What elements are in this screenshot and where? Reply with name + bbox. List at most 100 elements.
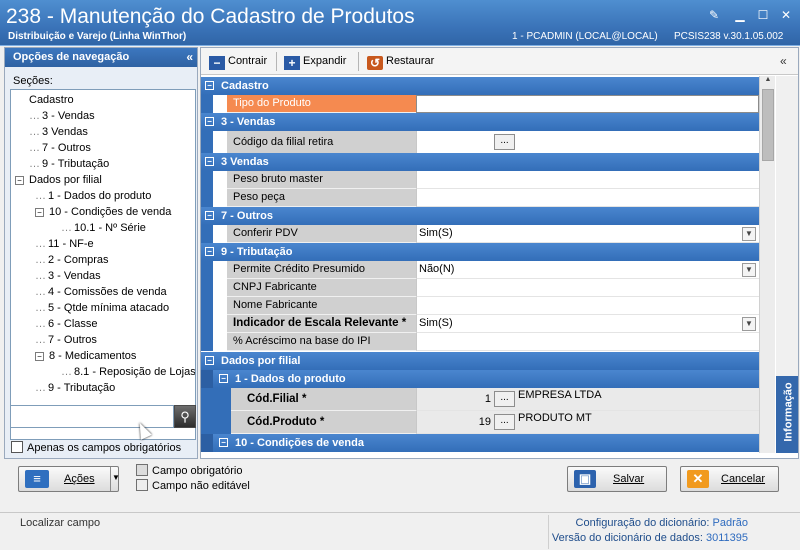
maximize-icon[interactable]: ☐ [756,8,770,22]
expand-all-button[interactable]: + Expandir [284,53,346,70]
category-dados-produto[interactable]: − 1 - Dados do produto [201,370,759,388]
tree-item-dados-filial[interactable]: − Dados por filial [15,172,102,188]
category-cadastro[interactable]: − Cadastro [201,77,759,95]
collapse-icon[interactable]: − [205,157,214,166]
tree-item-label: 8 - Medicamentos [49,350,137,362]
close-icon[interactable]: ✕ [779,8,793,22]
tree-item-outros-filial[interactable]: … 7 - Outros [35,332,97,348]
conferir-pdv-select[interactable]: Sim(S) ▼ [416,225,759,243]
property-row[interactable]: % Acréscimo na base do IPI [201,333,759,351]
tree-item-comissoes[interactable]: … 4 - Comissões de venda [35,284,167,300]
collapse-icon[interactable]: − [219,438,228,447]
tree-item-dados-produto[interactable]: … 1 - Dados do produto [35,188,151,204]
search-field-input[interactable] [10,405,174,428]
credito-presumido-select[interactable]: Não(N) ▼ [416,261,759,279]
restore-button[interactable]: ↺ Restaurar [367,53,434,70]
property-row[interactable]: Peso bruto master [201,171,759,189]
tree-item-label: 3 Vendas [42,126,88,138]
codigo-filial-retira-input[interactable]: ... [416,131,759,154]
collapse-icon[interactable]: − [205,211,214,220]
tree-item-outros[interactable]: … 7 - Outros [29,140,91,156]
edit-window-icon[interactable]: ✎ [707,8,721,22]
scroll-up-icon[interactable]: ▲ [760,76,776,88]
collapse-icon[interactable]: − [35,352,44,361]
bottom-bar: ≡ Ações ▼ Campo obrigatório Campo não ed… [0,460,800,512]
save-button[interactable]: ▣ Salvar [567,466,667,492]
tree-item-medicamentos[interactable]: −8 - Medicamentos [35,348,136,364]
category-label: 10 - Condições de venda [235,437,364,449]
collapse-icon[interactable]: − [205,356,214,365]
search-icon[interactable]: ⚲ [174,405,196,428]
category-tributacao[interactable]: − 9 - Tributação [201,243,759,261]
tree-item-tributacao-filial[interactable]: … 9 - Tributação [35,380,115,396]
collapse-icon[interactable]: − [205,81,214,90]
cancel-button[interactable]: ✕ Cancelar [680,466,779,492]
cnpj-fabricante-input[interactable] [416,279,759,297]
vertical-scrollbar[interactable]: ▲ [759,76,775,453]
collapse-icon[interactable]: − [205,117,214,126]
collapse-icon[interactable]: − [15,176,24,185]
collapse-icon[interactable]: − [205,247,214,256]
tree-item-compras[interactable]: … 2 - Compras [35,252,109,268]
tree-item-cadastro[interactable]: Cadastro [29,92,74,108]
lookup-button[interactable]: ... [494,414,515,430]
nome-fabricante-input[interactable] [416,297,759,315]
peso-bruto-input[interactable] [416,171,759,189]
tree-item-label: 5 - Qtde mínima atacado [48,302,170,314]
property-row[interactable]: Tipo do Produto [201,95,759,113]
property-row[interactable]: Cód.Filial * 1 ... EMPRESA LTDA [201,388,759,411]
collapse-panel-icon[interactable]: « [186,48,193,67]
property-row[interactable]: CNPJ Fabricante [201,279,759,297]
row-gutter [201,434,213,452]
tree-item-qtde-minima[interactable]: … 5 - Qtde mínima atacado [35,300,169,316]
peso-peca-input[interactable] [416,189,759,207]
category-vendas[interactable]: − 3 - Vendas [201,113,759,131]
escala-relevante-select[interactable]: Sim(S) ▼ [416,315,759,333]
collapse-icon[interactable]: − [219,374,228,383]
minimize-icon[interactable]: ▁ [733,8,747,22]
tree-item-vendas-filial[interactable]: … 3 - Vendas [35,268,101,284]
chevron-down-icon[interactable]: ▼ [742,263,756,277]
tree-item-vendas[interactable]: … 3 - Vendas [29,108,95,124]
chevron-down-icon[interactable]: ▼ [112,473,120,482]
property-row[interactable]: Indicador de Escala Relevante * Sim(S) ▼ [201,315,759,333]
scrollbar-thumb[interactable] [762,89,774,161]
property-row[interactable]: Conferir PDV Sim(S) ▼ [201,225,759,243]
collapse-all-button[interactable]: − Contrair [209,53,267,70]
actions-button[interactable]: ≡ Ações ▼ [18,466,120,492]
chevron-down-icon[interactable]: ▼ [742,317,756,331]
chevron-down-icon[interactable]: ▼ [742,227,756,241]
tree-item-classe[interactable]: … 6 - Classe [35,316,98,332]
category-outros[interactable]: − 7 - Outros [201,207,759,225]
checkbox-box[interactable] [11,441,23,453]
required-only-checkbox[interactable]: Apenas os campos obrigatórios [11,441,181,454]
field-description: EMPRESA LTDA [518,389,602,401]
property-row[interactable]: Código da filial retira ... [201,131,759,154]
category-condicoes-venda[interactable]: − 10 - Condições de venda [201,434,759,452]
collapse-info-icon[interactable]: « [780,54,787,68]
tree-item-tributacao[interactable]: … 9 - Tributação [29,156,109,172]
category-vendas-2[interactable]: − 3 Vendas [201,153,759,171]
tree-item-vendas-2[interactable]: … 3 Vendas [29,124,88,140]
tree-item-reposicao-lojas[interactable]: … 8.1 - Reposição de Lojas [61,364,195,380]
cod-produto-input[interactable]: 19 ... PRODUTO MT [416,411,759,434]
tree-item-label: 3 - Vendas [48,270,101,282]
property-row[interactable]: Nome Fabricante [201,297,759,315]
property-row[interactable]: Peso peça [201,189,759,207]
tree-item-numero-serie[interactable]: … 10.1 - Nº Série [61,220,146,236]
lookup-button[interactable]: ... [494,134,515,150]
collapse-icon[interactable]: − [35,208,44,217]
lookup-button[interactable]: ... [494,391,515,407]
tipo-produto-input[interactable] [416,95,759,113]
property-row[interactable]: Permite Crédito Presumido Não(N) ▼ [201,261,759,279]
info-tab[interactable]: Informação [776,376,798,453]
category-dados-filial[interactable]: − Dados por filial [201,352,759,370]
property-row[interactable]: Cód.Produto * 19 ... PRODUTO MT [201,411,759,434]
row-gutter [201,261,213,279]
status-bar: Localizar campo Configuração do dicionár… [0,512,800,550]
acrescimo-ipi-input[interactable] [416,333,759,351]
selected-value: Sim(S) [419,317,453,329]
tree-item-nfe[interactable]: … 11 - NF-e [35,236,94,252]
tree-item-condicoes-venda[interactable]: −10 - Condições de venda [35,204,171,220]
tree-item-label: 2 - Compras [48,254,109,266]
